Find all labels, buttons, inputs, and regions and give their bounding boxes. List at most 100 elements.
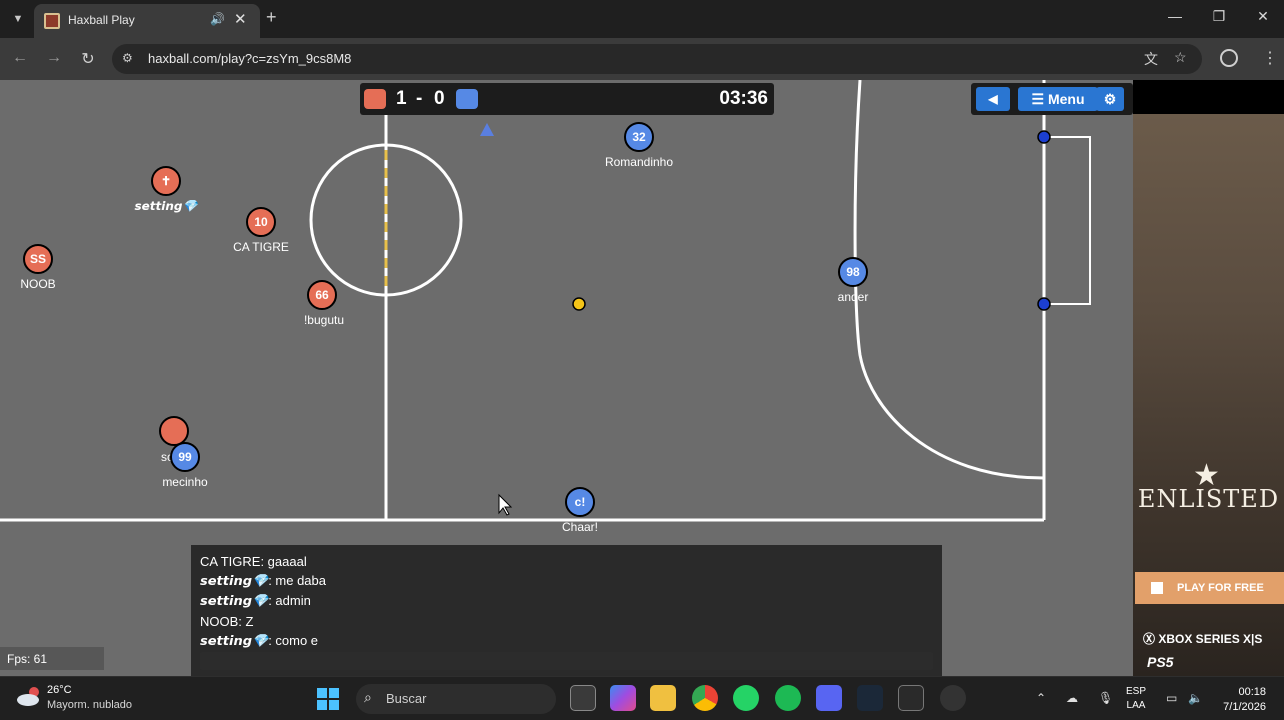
goal-net	[1044, 136, 1091, 305]
epic-games-icon[interactable]	[898, 685, 924, 711]
windows-start-icon[interactable]	[316, 687, 340, 711]
discord-icon[interactable]	[816, 685, 842, 711]
browser-tabbar: ▼ Haxball Play 🔊 ✕ + — ❐ ✕	[0, 0, 1284, 38]
player-name: mecinho	[162, 475, 208, 489]
chat-text: : admin	[268, 593, 311, 608]
chat-text: : me daba	[268, 573, 327, 588]
window-close-icon[interactable]: ✕	[1248, 8, 1278, 25]
microphone-icon[interactable]: 🎙	[1098, 691, 1113, 705]
player-name: 𝙨𝙚𝙩𝙩𝙞𝙣𝙜💎	[134, 199, 198, 213]
profile-icon[interactable]	[1220, 49, 1238, 67]
system-clock[interactable]: 00:18 7/1/2026	[1210, 685, 1266, 715]
chat-text: : Z	[238, 614, 254, 629]
player-disc: 10	[246, 207, 276, 237]
forward-icon[interactable]: →	[44, 49, 64, 67]
translate-icon[interactable]: 文	[1144, 49, 1158, 69]
chat-message: CA TIGRE: gaaaal	[200, 554, 307, 569]
tab-haxball[interactable]: Haxball Play 🔊 ✕	[34, 4, 260, 38]
chat-input[interactable]	[200, 652, 933, 670]
xbox-label: Ⓧ XBOX SERIES X|S	[1143, 632, 1263, 646]
chat-message: NOOB: Z	[200, 614, 253, 629]
speaker-icon[interactable]: 🔊	[210, 12, 225, 26]
task-view-icon[interactable]	[570, 685, 596, 711]
game-canvas[interactable]: 1 - 0 03:36 ◀ ☰ Menu ⚙ ✝ 𝙨𝙚𝙩𝙩𝙞𝙣𝙜💎 10 CA …	[0, 80, 1133, 676]
minimize-icon[interactable]: —	[1160, 8, 1190, 24]
chat-nick: NOOB	[200, 614, 239, 629]
weather-desc[interactable]: Mayorm. nublado	[47, 699, 132, 711]
ad-banner[interactable]: ★ ENLISTED PLAY FOR FREE Ⓧ XBOX SERIES X…	[1133, 80, 1284, 676]
lang-code: ESP	[1126, 686, 1147, 697]
player-disc: 98	[838, 257, 868, 287]
address-bar[interactable]: ⚙ haxball.com/play?c=zsYm_9cs8M8 文 ☆	[112, 44, 1202, 74]
whatsapp-icon[interactable]	[733, 685, 759, 711]
cta-label: PLAY FOR FREE	[1177, 582, 1264, 594]
player-disc: c!	[565, 487, 595, 517]
player-name: sc	[161, 450, 173, 464]
mouse-cursor-icon	[498, 493, 513, 516]
more-menu-icon[interactable]: ⋮	[1262, 48, 1278, 68]
chat-message: 𝙨𝙚𝙩𝙩𝙞𝙣𝙜💎: me daba	[200, 573, 326, 589]
fps-counter: Fps: 61	[0, 647, 104, 670]
spotify-icon[interactable]	[775, 685, 801, 711]
obs-icon[interactable]	[940, 685, 966, 711]
player-name: ander	[837, 290, 869, 304]
penalty-arc	[853, 80, 1045, 480]
chat-message: 𝙨𝙚𝙩𝙩𝙞𝙣𝙜💎: admin	[200, 593, 311, 609]
ball	[572, 297, 586, 311]
chat-nick: CA TIGRE	[200, 554, 261, 569]
xbox-text: XBOX SERIES X|S	[1158, 632, 1263, 646]
bookmark-star-icon[interactable]: ☆	[1174, 49, 1187, 66]
url-text: haxball.com/play?c=zsYm_9cs8M8	[148, 51, 352, 66]
ad-logo: ENLISTED	[1137, 485, 1280, 513]
steam-icon[interactable]	[857, 685, 883, 711]
search-icon: ⌕	[364, 689, 372, 705]
player-disc: 32	[624, 122, 654, 152]
copilot-icon[interactable]	[610, 685, 636, 711]
clock-time: 00:18	[1238, 686, 1266, 698]
weather-cloud-icon[interactable]	[16, 685, 42, 707]
onedrive-icon[interactable]: ☁	[1066, 691, 1078, 705]
close-tab-icon[interactable]: ✕	[234, 10, 247, 28]
site-info-icon[interactable]: ⚙	[122, 51, 138, 67]
search-label: Buscar	[386, 691, 427, 706]
taskbar-search[interactable]: ⌕ Buscar	[356, 684, 556, 714]
player-disc: 99	[170, 442, 200, 472]
sound-icon[interactable]: ◀	[976, 87, 1010, 111]
haxball-favicon-icon	[44, 13, 60, 29]
goal-post-top	[1037, 130, 1051, 144]
weather-temp[interactable]: 26°C	[47, 684, 72, 696]
chat-text: : gaaaal	[260, 554, 307, 569]
network-icon[interactable]: ▭	[1166, 691, 1177, 705]
chat-nick: 𝙨𝙚𝙩𝙩𝙞𝙣𝙜💎	[200, 574, 269, 589]
language-indicator[interactable]: ESP LAA	[1126, 685, 1146, 713]
browser-toolbar: ← → ↻ ⚙ haxball.com/play?c=zsYm_9cs8M8 文…	[0, 38, 1284, 80]
windows-icon	[1151, 582, 1163, 594]
player-name: Romandinho	[604, 155, 674, 169]
red-team-icon	[364, 89, 386, 109]
player-name: CA TIGRE	[233, 240, 289, 254]
back-icon[interactable]: ←	[10, 49, 30, 67]
menu-button[interactable]: ☰ Menu	[1018, 87, 1098, 111]
new-tab-icon[interactable]: +	[266, 7, 277, 28]
volume-icon[interactable]: 🔈	[1188, 691, 1203, 705]
tab-search-icon[interactable]: ▼	[8, 9, 28, 29]
game-menu-bar: ◀ ☰ Menu ⚙	[971, 83, 1133, 115]
chat-nick: 𝙨𝙚𝙩𝙩𝙞𝙣𝙜💎	[200, 594, 269, 609]
play-for-free-button[interactable]: PLAY FOR FREE	[1135, 572, 1284, 604]
settings-gear-icon[interactable]: ⚙	[1096, 87, 1124, 111]
goal-post-bottom	[1037, 297, 1051, 311]
match-timer: 03:36	[719, 88, 768, 109]
scoreboard: 1 - 0 03:36	[360, 83, 774, 115]
score-separator: -	[416, 88, 423, 109]
reload-icon[interactable]: ↻	[78, 49, 98, 69]
lang-layout: LAA	[1126, 700, 1146, 711]
offscreen-indicator-icon	[480, 123, 494, 136]
ps5-label: PS5	[1147, 654, 1173, 670]
blue-team-icon	[456, 89, 478, 109]
restore-icon[interactable]: ❐	[1204, 8, 1234, 25]
chrome-icon[interactable]	[692, 685, 718, 711]
chat-text: : como e	[268, 633, 319, 648]
player-disc: SS	[23, 244, 53, 274]
file-explorer-icon[interactable]	[650, 685, 676, 711]
tray-expand-icon[interactable]: ⌃	[1036, 691, 1046, 705]
